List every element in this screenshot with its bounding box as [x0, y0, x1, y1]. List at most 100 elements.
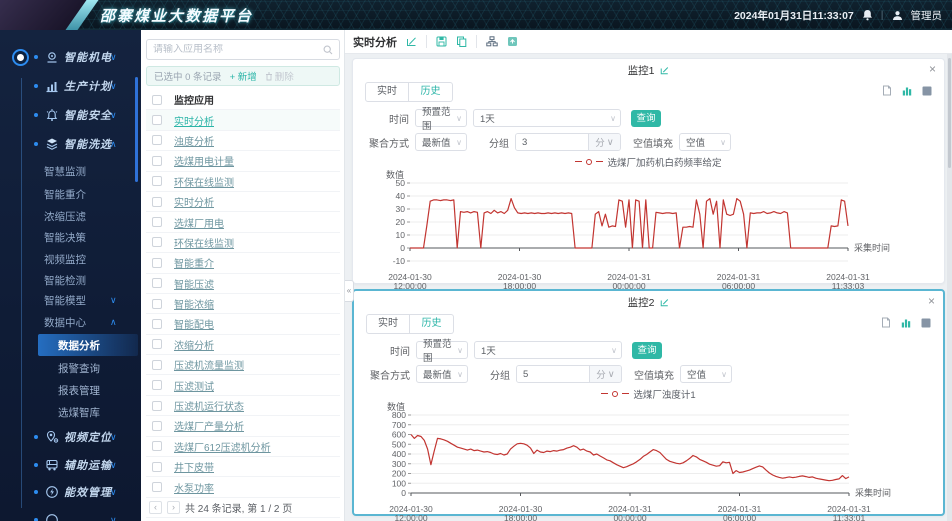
search-input[interactable] [147, 44, 323, 55]
close-icon[interactable]: × [929, 62, 936, 76]
app-link[interactable]: 选煤厂用电 [174, 215, 224, 230]
hierarchy-icon[interactable] [486, 36, 498, 47]
period-select[interactable]: 1天 ∨ [474, 341, 622, 359]
sidebar-item-智能决策[interactable]: 智能决策 [0, 227, 141, 248]
period-select[interactable]: 1天 ∨ [473, 109, 621, 127]
fill-select[interactable]: 空值 ∨ [680, 365, 732, 383]
chevron-down-icon[interactable]: ∨ [110, 110, 117, 121]
app-link[interactable]: 浓缩分析 [174, 337, 214, 352]
export-icon[interactable] [507, 36, 518, 47]
edit-icon[interactable] [406, 36, 417, 47]
group-input[interactable] [516, 134, 588, 150]
app-link[interactable]: 智能浓缩 [174, 296, 214, 311]
checkbox[interactable] [152, 482, 162, 493]
query-button[interactable]: 查询 [632, 341, 662, 359]
checkbox[interactable] [152, 420, 162, 431]
bar-chart-icon[interactable] [901, 317, 911, 328]
sidebar-item-智能检测[interactable]: 智能检测 [0, 270, 141, 291]
app-link[interactable]: 实时分析 [174, 113, 214, 128]
fill-select[interactable]: 空值 ∨ [679, 133, 731, 151]
unit-select[interactable]: 分 ∨ [589, 366, 621, 382]
app-link[interactable]: 压滤测试 [174, 378, 214, 393]
app-link[interactable]: 环保在线监测 [174, 174, 234, 189]
aggregation-select[interactable]: 最新值 ∨ [416, 365, 468, 383]
checkbox[interactable] [152, 441, 162, 452]
sidebar-item-视频监控[interactable]: 视频监控 [0, 249, 141, 270]
checkbox[interactable] [152, 176, 162, 187]
next-page-button[interactable]: › [167, 500, 180, 514]
chart-legend[interactable]: 选煤厂加药机白药频率给定 [353, 155, 944, 169]
chevron-down-icon[interactable]: ∨ [110, 460, 117, 471]
collapse-panel-handle[interactable]: « [345, 280, 354, 302]
app-link[interactable]: 选煤厂产量分析 [174, 418, 244, 433]
checkbox[interactable] [152, 278, 162, 289]
checkbox[interactable] [152, 217, 162, 228]
delete-button[interactable]: 删除 [265, 69, 294, 83]
sidebar-item-智能重介[interactable]: 智能重介 [0, 184, 141, 205]
save-icon[interactable] [436, 36, 447, 47]
app-link[interactable]: 智能重介 [174, 255, 214, 270]
chevron-up-icon[interactable]: ∧ [110, 317, 117, 328]
sidebar-item-智能安全[interactable]: 智能安全 ∨ [0, 101, 141, 129]
sidebar-item-数据分析[interactable]: 数据分析 [0, 334, 141, 356]
app-link[interactable]: 监控应用 [174, 92, 214, 107]
sidebar-item-报警查询[interactable]: 报警查询 [0, 357, 141, 379]
edit-icon[interactable] [660, 66, 669, 75]
checkbox[interactable] [152, 135, 162, 146]
chevron-down-icon[interactable]: ∨ [110, 432, 117, 443]
app-link[interactable]: 水泵功率 [174, 480, 214, 495]
app-link[interactable]: 压滤机运行状态 [174, 398, 244, 413]
app-link[interactable]: 环保在线监测 [174, 235, 234, 250]
sidebar-item-数据中心[interactable]: 数据中心 ∧ [0, 312, 141, 333]
edit-icon[interactable] [660, 298, 669, 307]
sidebar-item-浓缩压滤[interactable]: 浓缩压滤 [0, 206, 141, 227]
tab-realtime[interactable]: 实时 [366, 314, 410, 334]
chevron-down-icon[interactable]: ∨ [110, 52, 117, 63]
app-link[interactable]: 实时分析 [174, 194, 214, 209]
app-link[interactable]: 智能压滤 [174, 276, 214, 291]
sidebar-item-视频定位[interactable]: 视频定位 ∨ [0, 423, 141, 451]
username[interactable]: 管理员 [911, 8, 943, 23]
panel-icon[interactable] [921, 317, 931, 328]
checkbox[interactable] [152, 237, 162, 248]
sidebar-scrollbar[interactable] [135, 77, 138, 182]
sidebar-item-智能洗选[interactable]: 智能洗选 ∧ [0, 130, 141, 158]
main-scrollbar[interactable] [947, 54, 952, 521]
sidebar-item-能效管理[interactable]: 能效管理 ∨ [0, 478, 141, 506]
query-button[interactable]: 查询 [631, 109, 661, 127]
app-link[interactable]: 井下皮带 [174, 459, 214, 474]
chevron-down-icon[interactable]: ∨ [110, 295, 117, 306]
sidebar-item-智能模型[interactable]: 智能模型 ∨ [0, 290, 141, 311]
checkbox[interactable] [152, 115, 162, 126]
app-link[interactable]: 智能配电 [174, 316, 214, 331]
checkbox[interactable] [152, 257, 162, 268]
sidebar-item-辅助运输[interactable]: 辅助运输 ∨ [0, 451, 141, 479]
panel-icon[interactable] [922, 85, 932, 96]
aggregation-select[interactable]: 最新值 ∨ [415, 133, 467, 151]
checkbox[interactable] [152, 339, 162, 350]
file-icon[interactable] [881, 317, 891, 328]
close-icon[interactable]: × [928, 294, 935, 308]
chart-legend[interactable]: 选煤厂浊度计1 [354, 387, 943, 401]
checkbox[interactable] [152, 359, 162, 370]
file-icon[interactable] [882, 85, 892, 96]
tab-history[interactable]: 历史 [409, 82, 453, 102]
app-link[interactable]: 浊度分析 [174, 133, 214, 148]
checkbox[interactable] [152, 196, 162, 207]
sidebar-item-智能机电[interactable]: 智能机电 ∨ [0, 43, 141, 71]
chevron-down-icon[interactable]: ∨ [110, 81, 117, 92]
add-button[interactable]: + 新增 [230, 69, 257, 83]
range-select[interactable]: 预置范围 ∨ [416, 339, 468, 364]
checkbox[interactable] [152, 318, 162, 329]
checkbox[interactable] [152, 400, 162, 411]
sidebar-item-选煤智库[interactable]: 选煤智库 [0, 401, 141, 423]
checkbox[interactable] [152, 94, 162, 105]
range-select[interactable]: 预置范围 ∨ [415, 107, 467, 132]
prev-page-button[interactable]: ‹ [149, 500, 162, 514]
unit-select[interactable]: 分 ∨ [588, 134, 620, 150]
chevron-down-icon[interactable]: ∨ [110, 515, 117, 521]
copy-icon[interactable] [456, 36, 467, 47]
search-icon[interactable] [323, 45, 333, 55]
sidebar-item-partial[interactable]: ∨ [0, 506, 141, 521]
app-link[interactable]: 选煤用电计量 [174, 153, 234, 168]
